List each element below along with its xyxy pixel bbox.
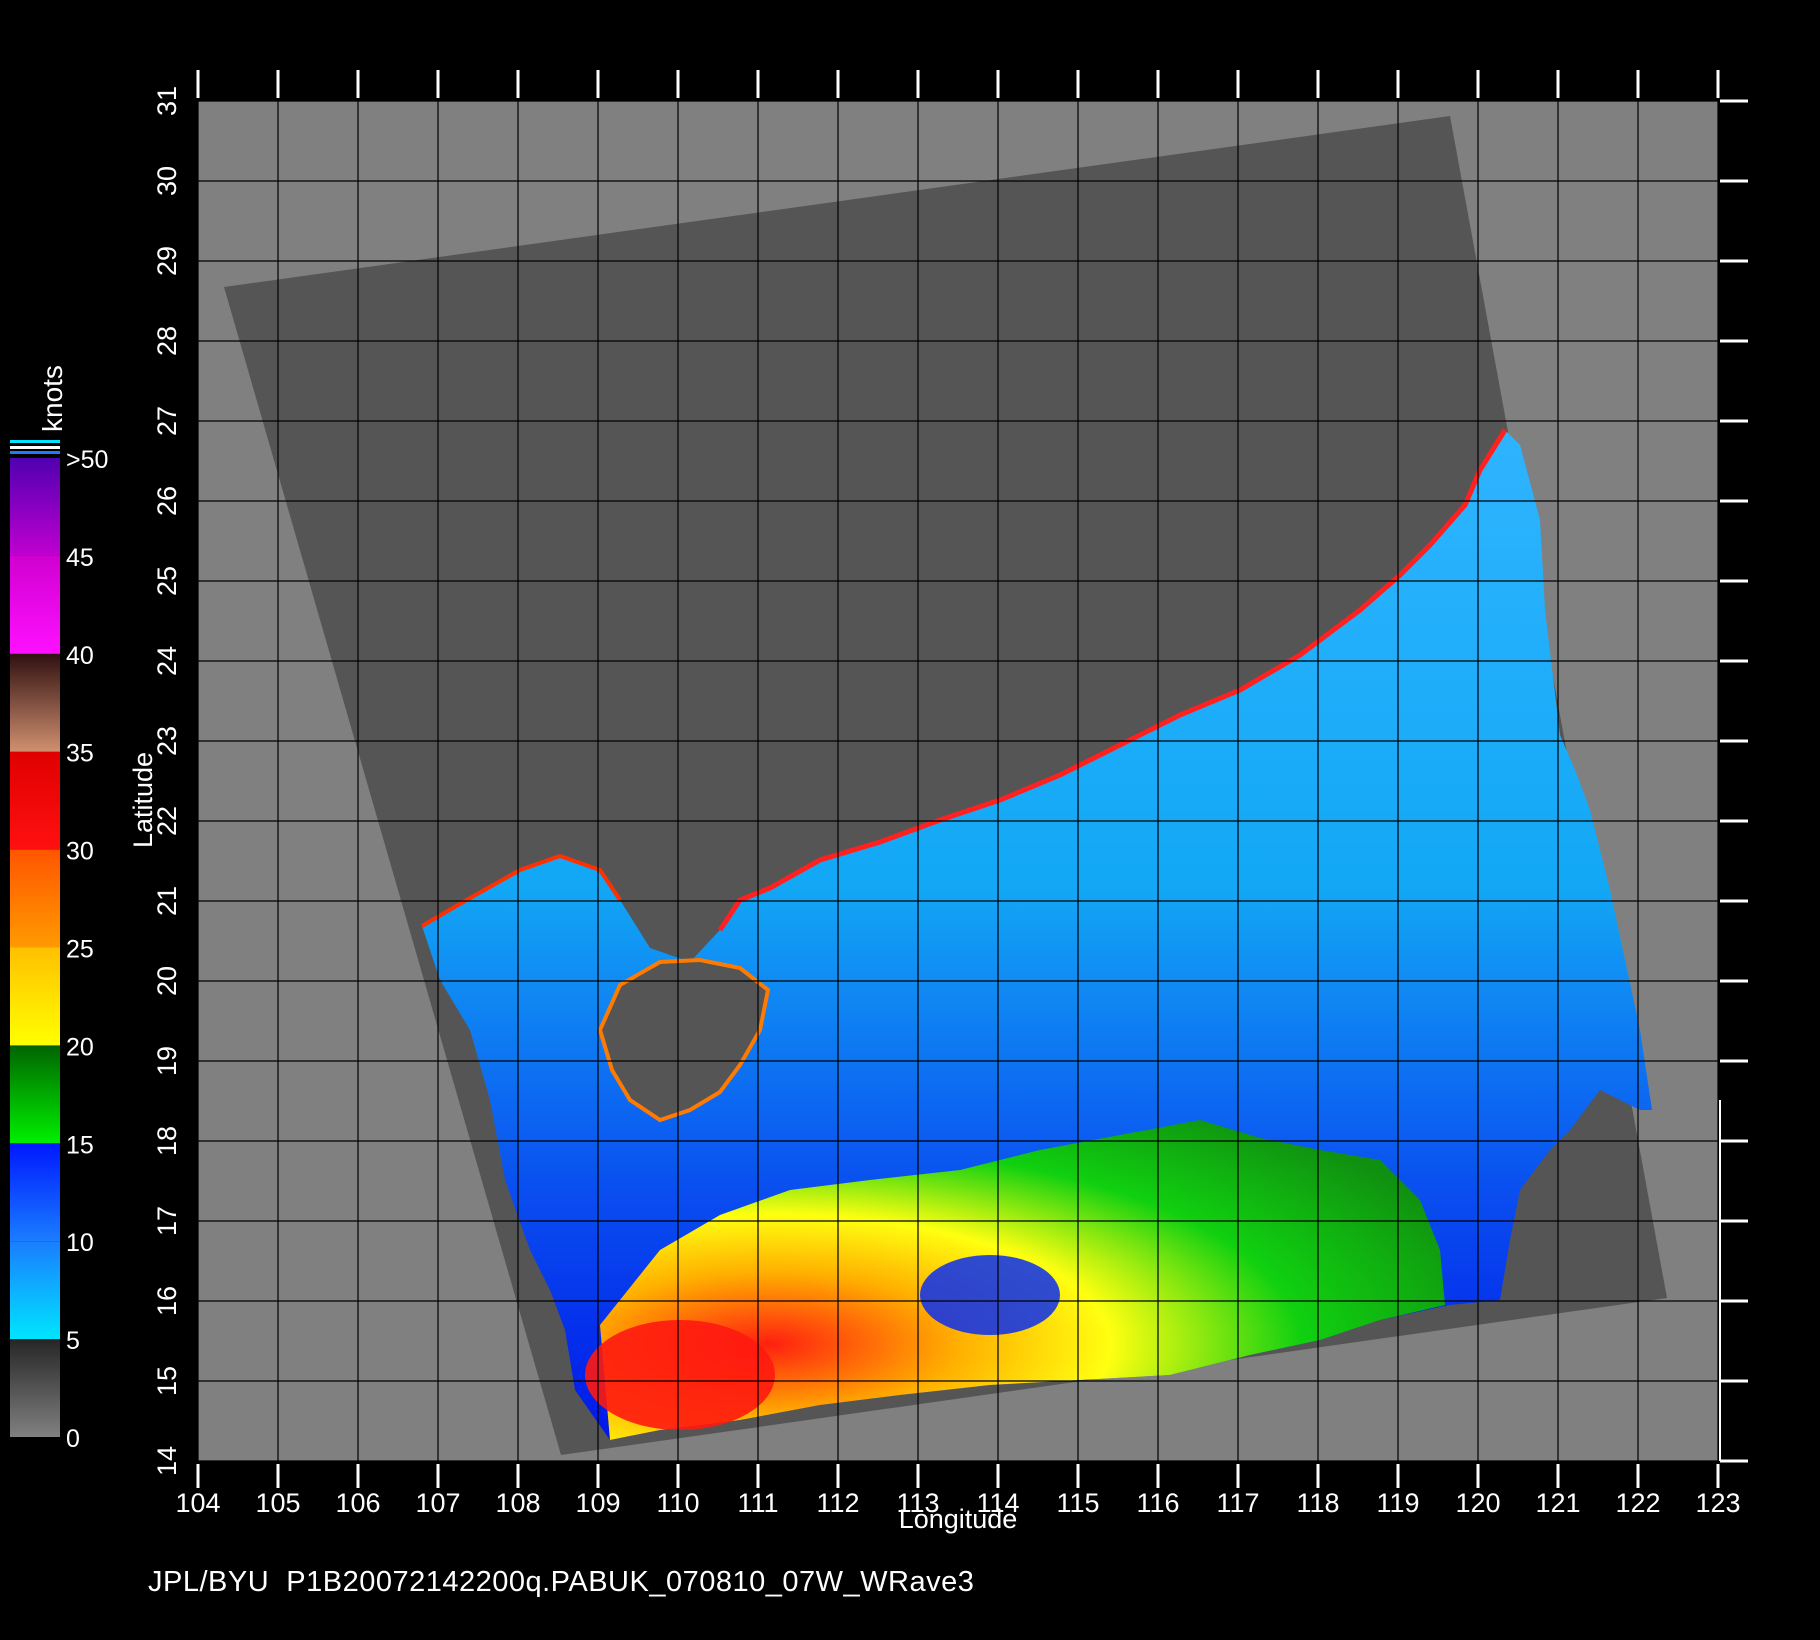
colorbar-tick-label: 30 — [66, 838, 94, 866]
y-tick-label: 29 — [152, 246, 182, 276]
x-tick-label: 117 — [1216, 1488, 1259, 1518]
wind-map-figure: 104 105 106 107 108 109 110 111 112 113 114 115 116 1… — [10, 70, 1748, 1534]
colorbar-band — [10, 849, 60, 948]
x-tick-label: 104 — [175, 1488, 220, 1518]
y-tick-label: 19 — [152, 1046, 182, 1076]
colorbar-tick-label: 40 — [66, 642, 94, 670]
colorbar-unit: knots — [37, 365, 68, 432]
colorbar-band — [10, 458, 60, 556]
x-tick-label: 121 — [1535, 1488, 1580, 1518]
colorbar-tick-label: >50 — [66, 446, 108, 474]
x-tick-label: 110 — [656, 1488, 699, 1518]
calm-pocket — [920, 1255, 1060, 1335]
colorbar — [10, 458, 60, 1437]
x-tick-label: 108 — [495, 1488, 540, 1518]
x-tick-label: 107 — [415, 1488, 460, 1518]
x-axis-label: Longitude — [899, 1504, 1018, 1534]
colorbar-labels: 0 5 10 15 20 25 30 35 40 45 >50 — [66, 446, 108, 1453]
y-tick-label: 24 — [152, 646, 182, 676]
y-tick-label: 23 — [152, 726, 182, 756]
colorbar-top-marker — [10, 440, 60, 454]
storm-core — [585, 1320, 775, 1430]
y-tick-label: 26 — [152, 486, 182, 516]
x-tick-label: 119 — [1376, 1488, 1419, 1518]
y-tick-label: 25 — [152, 566, 182, 596]
x-tick-label: 120 — [1455, 1488, 1500, 1518]
x-tick-label: 111 — [737, 1488, 778, 1518]
colorbar-tick-label: 20 — [66, 1033, 94, 1061]
y-tick-label: 17 — [152, 1206, 182, 1236]
colorbar-band — [10, 555, 60, 654]
colorbar-tick-label: 5 — [66, 1327, 80, 1355]
colorbar-tick-label: 10 — [66, 1229, 94, 1257]
y-tick-label: 21 — [152, 886, 182, 916]
y-tick-label: 16 — [152, 1286, 182, 1316]
x-tick-label: 109 — [575, 1488, 620, 1518]
y-tick-label: 20 — [152, 966, 182, 996]
y-tick-label: 31 — [152, 86, 182, 116]
x-tick-label: 115 — [1056, 1488, 1099, 1518]
x-tick-label: 118 — [1296, 1488, 1339, 1518]
y-axis-label: Latitude — [128, 752, 158, 848]
figure-caption: JPL/BYU P1B20072142200q.PABUK_070810_07W… — [148, 1566, 975, 1598]
x-tick-label: 122 — [1615, 1488, 1660, 1518]
y-tick-label: 15 — [152, 1366, 182, 1396]
x-tick-label: 112 — [816, 1488, 859, 1518]
x-tick-label: 116 — [1136, 1488, 1179, 1518]
colorbar-tick-label: 15 — [66, 1131, 94, 1159]
x-tick-label: 123 — [1695, 1488, 1740, 1518]
x-tick-label: 106 — [335, 1488, 380, 1518]
y-tick-label: 14 — [152, 1446, 182, 1476]
colorbar-band — [10, 947, 60, 1046]
colorbar-band — [10, 1045, 60, 1144]
colorbar-band — [10, 1339, 60, 1437]
x-tick-label: 105 — [255, 1488, 300, 1518]
y-tick-label: 28 — [152, 326, 182, 356]
colorbar-band — [10, 1241, 60, 1340]
y-tick-label: 30 — [152, 166, 182, 196]
colorbar-tick-label: 25 — [66, 936, 94, 964]
colorbar-band — [10, 751, 60, 850]
colorbar-tick-label: 0 — [66, 1425, 80, 1453]
y-tick-label: 27 — [152, 406, 182, 436]
colorbar-band — [10, 1143, 60, 1242]
colorbar-band — [10, 653, 60, 752]
colorbar-tick-label: 35 — [66, 740, 94, 768]
y-tick-label: 18 — [152, 1126, 182, 1156]
colorbar-tick-label: 45 — [66, 544, 94, 572]
